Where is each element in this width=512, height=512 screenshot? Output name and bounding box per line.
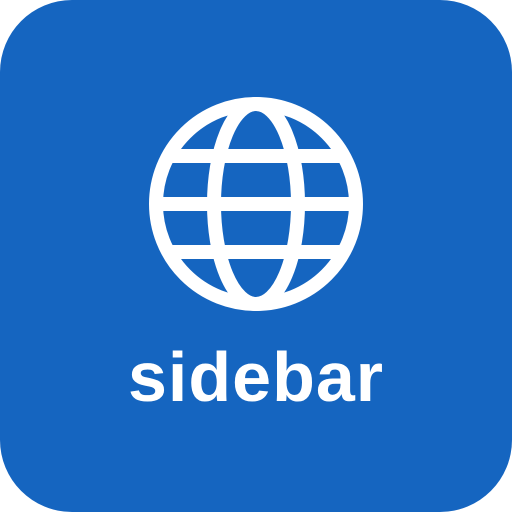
app-label: sidebar	[128, 338, 384, 416]
app-icon[interactable]: sidebar	[0, 0, 512, 512]
globe-icon	[149, 97, 363, 311]
